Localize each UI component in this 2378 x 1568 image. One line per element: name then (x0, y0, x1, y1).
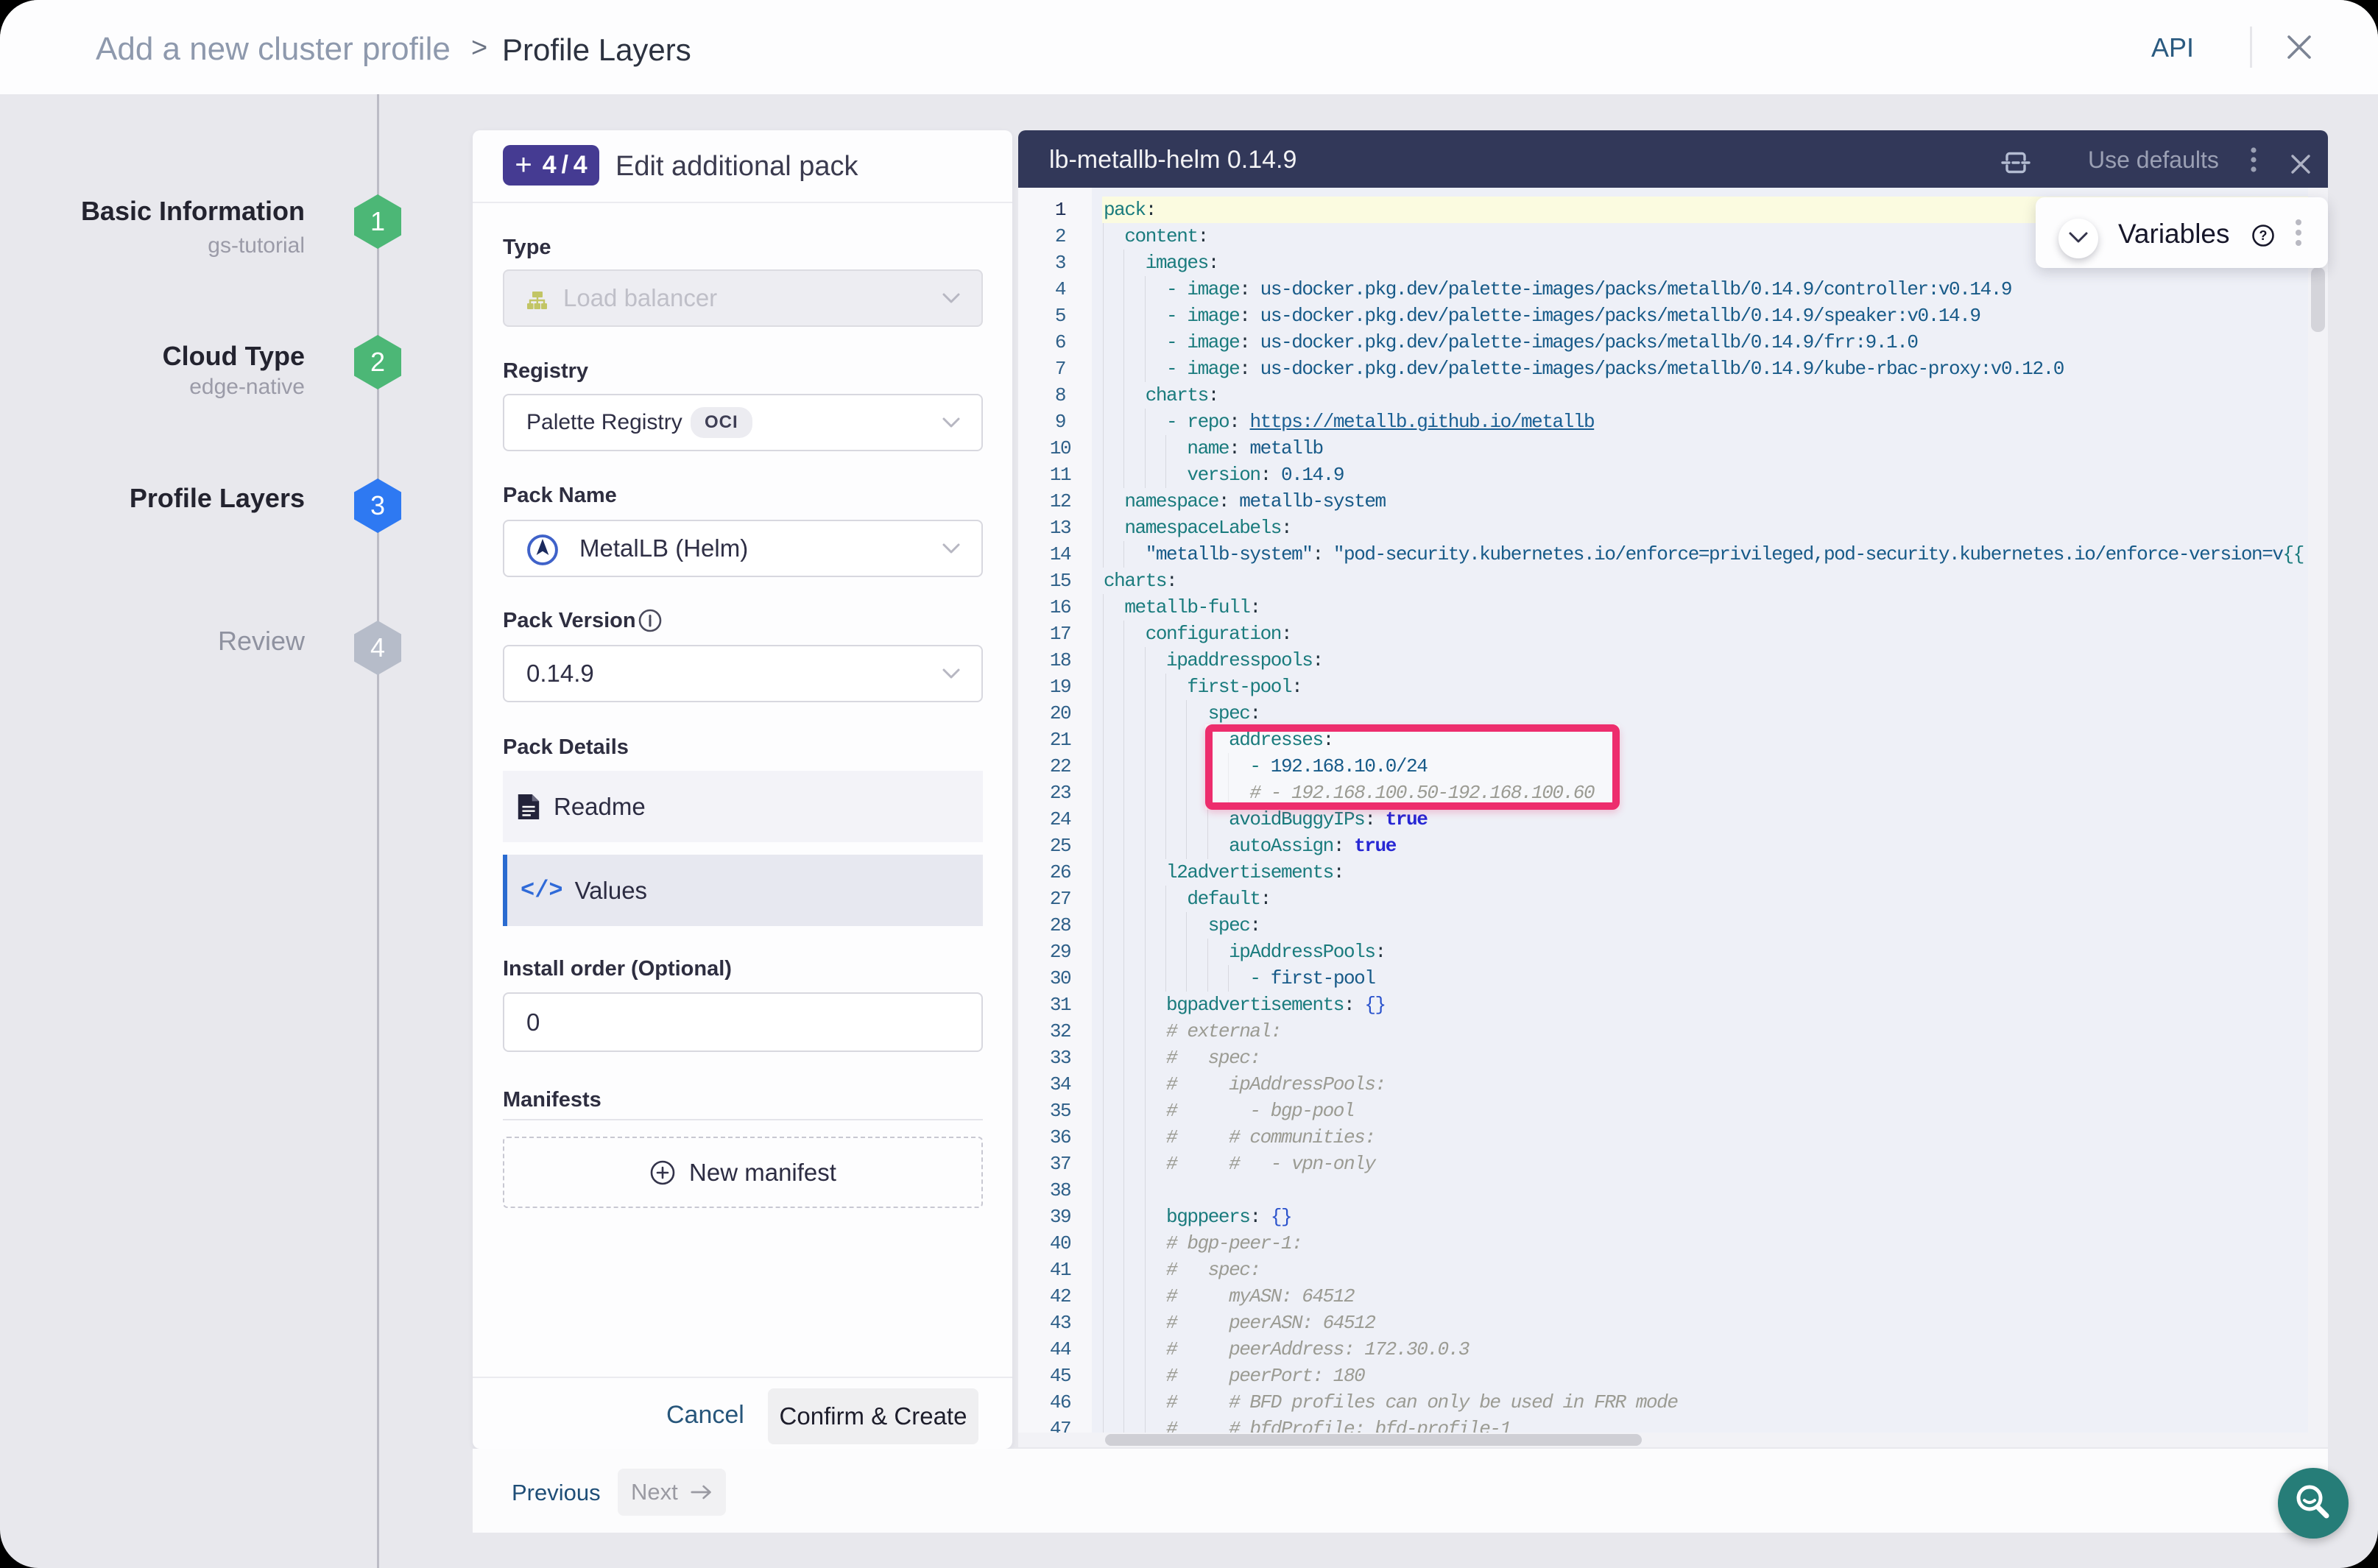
svg-text:?: ? (2259, 228, 2268, 243)
